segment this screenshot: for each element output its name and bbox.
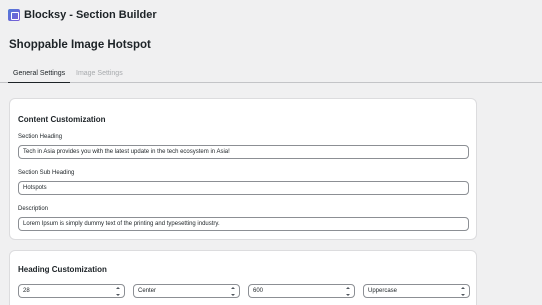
alignment-select[interactable]: Center [133,284,240,298]
app-title: Blocksy - Section Builder [24,9,157,21]
font-weight-value: 600 [253,288,264,294]
chevron-updown-icon [345,287,350,296]
settings-tabs: General Settings Image Settings [0,65,542,83]
section-heading-label: Section Heading [18,134,63,140]
heading-customization-card: Heading Customization 28 Center 600 Uppe… [9,250,477,305]
alignment-value: Center [138,288,157,294]
blocksy-logo-icon [8,9,20,21]
description-input[interactable]: Lorem Ipsum is simply dummy text of the … [18,217,469,231]
section-sub-heading-input[interactable]: Hotspots [18,181,469,195]
description-label: Description [18,206,49,212]
font-size-stepper[interactable]: 28 [18,284,125,298]
chevron-updown-icon [115,287,120,296]
content-customization-card: Content Customization Section Heading Te… [9,98,477,240]
content-customization-title: Content Customization [18,115,106,124]
font-size-value: 28 [23,288,30,294]
top-bar: Blocksy - Section Builder [0,0,542,30]
tab-general-settings[interactable]: General Settings [8,65,71,83]
page-title: Shoppable Image Hotspot [9,39,151,51]
section-sub-heading-label: Section Sub Heading [18,170,75,176]
section-heading-input[interactable]: Tech in Asia provides you with the lates… [18,145,469,159]
heading-customization-title: Heading Customization [18,265,107,274]
text-transform-select[interactable]: Uppercase [363,284,470,298]
tab-image-settings[interactable]: Image Settings [71,65,128,83]
chevron-updown-icon [230,287,235,296]
font-weight-select[interactable]: 600 [248,284,355,298]
text-transform-value: Uppercase [368,288,398,294]
chevron-updown-icon [460,287,465,296]
